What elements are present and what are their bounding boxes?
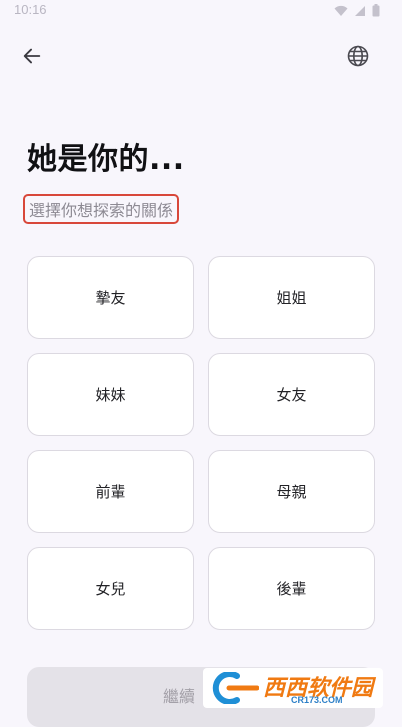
status-bar: 10:16 [0,0,402,24]
language-button[interactable] [344,44,372,72]
option-label: 姐姐 [276,289,307,307]
globe-icon [346,44,370,72]
battery-icon [372,4,380,17]
arrow-left-icon [21,45,43,71]
watermark-logo: 西西软件园 CR173.COM [203,668,383,708]
page-title: 她是你的... [27,142,185,177]
option-label: 女友 [276,386,307,404]
option-card[interactable]: 母親 [208,450,375,533]
option-card[interactable]: 女友 [208,353,375,436]
option-card[interactable]: 後輩 [208,547,375,630]
option-card[interactable]: 摯友 [27,256,194,339]
wifi-icon [334,5,348,17]
option-label: 前輩 [95,483,126,501]
option-label: 女兒 [95,580,126,598]
continue-label: 繼續 [162,687,195,706]
option-label: 母親 [276,483,307,501]
relationship-options: 摯友 姐姐 妹妹 女友 前輩 母親 女兒 後輩 [27,256,375,630]
watermark-emblem-icon [207,671,260,708]
option-label: 摯友 [95,289,126,307]
status-icons [334,4,380,17]
back-button[interactable] [18,44,46,72]
option-card[interactable]: 姐姐 [208,256,375,339]
option-card[interactable]: 女兒 [27,547,194,630]
page-subtitle: 選擇你想探索的關係 [29,201,174,220]
option-card[interactable]: 前輩 [27,450,194,533]
top-app-bar [0,38,402,78]
signal-icon [354,5,366,17]
subtitle-highlight: 選擇你想探索的關係 [23,194,180,224]
option-card[interactable]: 妹妹 [27,353,194,436]
status-time: 10:16 [14,2,47,17]
option-label: 妹妹 [95,386,126,404]
watermark-subtitle: CR173.COM [291,695,343,705]
option-label: 後輩 [276,580,307,598]
